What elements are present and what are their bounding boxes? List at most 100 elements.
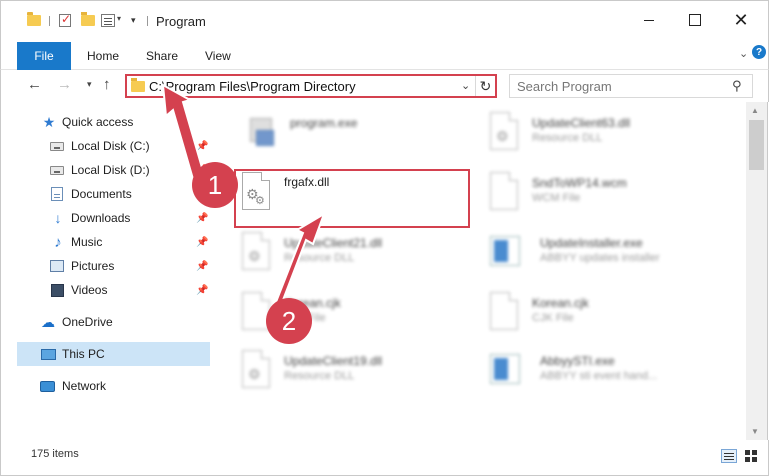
scroll-up-icon[interactable]: ▲ xyxy=(751,106,759,115)
file-list: program.exe ⚙ UpdateClient63.dll Resourc… xyxy=(212,102,746,440)
file-description: Resource DLL xyxy=(532,132,603,144)
sidebar-item-label: Quick access xyxy=(62,115,134,129)
file-description: ABBYY updates installer xyxy=(540,252,660,264)
scrollbar-thumb[interactable] xyxy=(749,120,764,170)
pictures-icon xyxy=(50,260,64,272)
sidebar-item-this-pc[interactable]: This PC xyxy=(17,342,210,366)
minimize-button[interactable] xyxy=(626,1,672,39)
file-name: program.exe xyxy=(290,116,358,130)
file-name: UpdateClient21.dll xyxy=(284,236,383,250)
step-badge-1: 1 xyxy=(192,162,238,208)
list-item[interactable]: UpdateInstaller.exe ABBYY updates instal… xyxy=(484,232,714,276)
list-item[interactable]: SndToWP14.wcm WCM File xyxy=(484,172,714,216)
list-item[interactable]: Korean.cjk CJK File xyxy=(484,292,714,336)
pin-icon[interactable]: 📌 xyxy=(196,213,208,224)
pin-icon[interactable]: 📌 xyxy=(196,261,208,272)
installer-icon xyxy=(484,350,520,390)
sidebar-item-videos[interactable]: Videos 📌 xyxy=(1,278,211,302)
documents-icon xyxy=(51,187,63,201)
sidebar-item-label: Local Disk (D:) xyxy=(71,163,150,177)
step-badge-2: 2 xyxy=(266,298,312,344)
drive-icon xyxy=(50,165,64,175)
folder-icon xyxy=(27,12,41,26)
navigation-bar: ← → ▾ ↑ C:\Program Files\Program Directo… xyxy=(0,70,769,102)
close-button[interactable]: ✕ xyxy=(718,1,764,39)
cloud-icon: ☁ xyxy=(41,313,55,330)
file-name: UpdateClient19.dll xyxy=(284,354,383,368)
computer-icon xyxy=(41,348,56,360)
exe-icon xyxy=(242,112,276,152)
search-box[interactable]: ⚲ xyxy=(509,74,753,98)
details-view-icon[interactable] xyxy=(721,449,737,463)
status-bar: 175 items xyxy=(0,440,769,476)
sidebar-item-label: Documents xyxy=(71,187,132,201)
address-dropdown-icon[interactable]: ⌄ xyxy=(461,79,470,92)
sidebar-item-pictures[interactable]: Pictures 📌 xyxy=(1,254,211,278)
search-input[interactable] xyxy=(510,75,720,97)
tab-view[interactable]: View xyxy=(205,49,231,63)
sidebar-item-onedrive[interactable]: ☁ OneDrive xyxy=(1,310,211,334)
dll-icon: ⚙ xyxy=(236,350,270,390)
back-arrow-icon[interactable]: ← xyxy=(27,76,42,93)
address-path[interactable]: C:\Program Files\Program Directory xyxy=(149,79,356,94)
help-icon[interactable]: ? xyxy=(752,45,766,59)
sidebar-item-quick-access[interactable]: ★ Quick access xyxy=(1,110,211,134)
sidebar-item-downloads[interactable]: ↓ Downloads 📌 xyxy=(1,206,211,230)
folder-icon xyxy=(131,78,145,92)
recent-locations-icon[interactable]: ▾ xyxy=(87,79,92,90)
installer-icon xyxy=(484,232,520,272)
file-name: UpdateClient63.dll xyxy=(532,116,631,130)
properties-icon[interactable] xyxy=(101,14,115,27)
sidebar-item-label: Network xyxy=(62,379,107,393)
network-icon xyxy=(40,380,55,392)
star-icon: ★ xyxy=(42,113,56,130)
file-description: CJK File xyxy=(532,312,574,324)
file-name: Korean.cjk xyxy=(532,296,589,310)
address-bar[interactable]: C:\Program Files\Program Directory ⌄ ↻ xyxy=(125,74,497,98)
customize-toolbar-icon[interactable]: ▾ xyxy=(131,15,136,26)
item-count: 175 items xyxy=(31,448,79,460)
pin-icon[interactable]: 📌 xyxy=(196,141,208,152)
expand-ribbon-icon[interactable]: ⌄ xyxy=(739,47,748,60)
vertical-scrollbar[interactable]: ▲ ▼ xyxy=(746,102,768,440)
sidebar-item-local-disk-d[interactable]: Local Disk (D:) 📌 xyxy=(1,158,211,182)
scroll-down-icon[interactable]: ▼ xyxy=(751,427,759,436)
dll-icon: ⚙ xyxy=(484,112,518,152)
list-item[interactable]: AbbyySTI.exe ABBYY sti event hand... xyxy=(484,350,714,394)
list-item[interactable]: ⚙ UpdateClient63.dll Resource DLL xyxy=(484,112,714,156)
tab-share[interactable]: Share xyxy=(146,49,178,63)
sidebar-item-label: Music xyxy=(71,235,103,249)
quick-access-separator xyxy=(49,16,50,26)
file-name: SndToWP14.wcm xyxy=(532,176,627,190)
list-item[interactable]: ⚙ UpdateClient19.dll Resource DLL xyxy=(236,350,466,394)
file-icon xyxy=(484,292,518,332)
quick-access-dropdown-icon[interactable]: ▾ xyxy=(117,14,121,23)
tab-file[interactable]: File xyxy=(17,42,71,70)
up-arrow-icon[interactable]: ↑ xyxy=(103,76,111,93)
file-name: UpdateInstaller.exe xyxy=(540,236,643,250)
new-folder-icon[interactable] xyxy=(81,12,95,26)
properties-check-icon[interactable] xyxy=(59,12,71,27)
sidebar-item-local-disk-c[interactable]: Local Disk (C:) 📌 xyxy=(1,134,211,158)
drive-icon xyxy=(50,141,64,151)
file-highlight-box xyxy=(234,169,470,228)
refresh-icon[interactable]: ↻ xyxy=(475,76,495,96)
file-description: WCM File xyxy=(532,192,581,204)
sidebar-item-network[interactable]: Network xyxy=(1,374,211,398)
sidebar-item-label: OneDrive xyxy=(62,315,113,329)
file-icon xyxy=(484,172,518,212)
forward-arrow-icon[interactable]: → xyxy=(57,76,72,93)
file-description: ABBYY sti event hand... xyxy=(540,370,658,382)
list-item[interactable]: ⚙ UpdateClient21.dll Resource DLL xyxy=(236,232,466,276)
ribbon: File Home Share View ⌄ ? xyxy=(0,38,769,70)
sidebar-item-documents[interactable]: Documents 📌 xyxy=(1,182,211,206)
tab-home[interactable]: Home xyxy=(87,49,119,63)
search-icon[interactable]: ⚲ xyxy=(732,78,742,94)
large-icons-view-icon[interactable] xyxy=(744,449,760,463)
pin-icon[interactable]: 📌 xyxy=(196,285,208,296)
sidebar-item-music[interactable]: ♪ Music 📌 xyxy=(1,230,211,254)
pin-icon[interactable]: 📌 xyxy=(196,237,208,248)
list-item[interactable]: program.exe xyxy=(242,112,472,156)
maximize-button[interactable] xyxy=(672,1,718,39)
window-title: Program xyxy=(156,14,206,29)
